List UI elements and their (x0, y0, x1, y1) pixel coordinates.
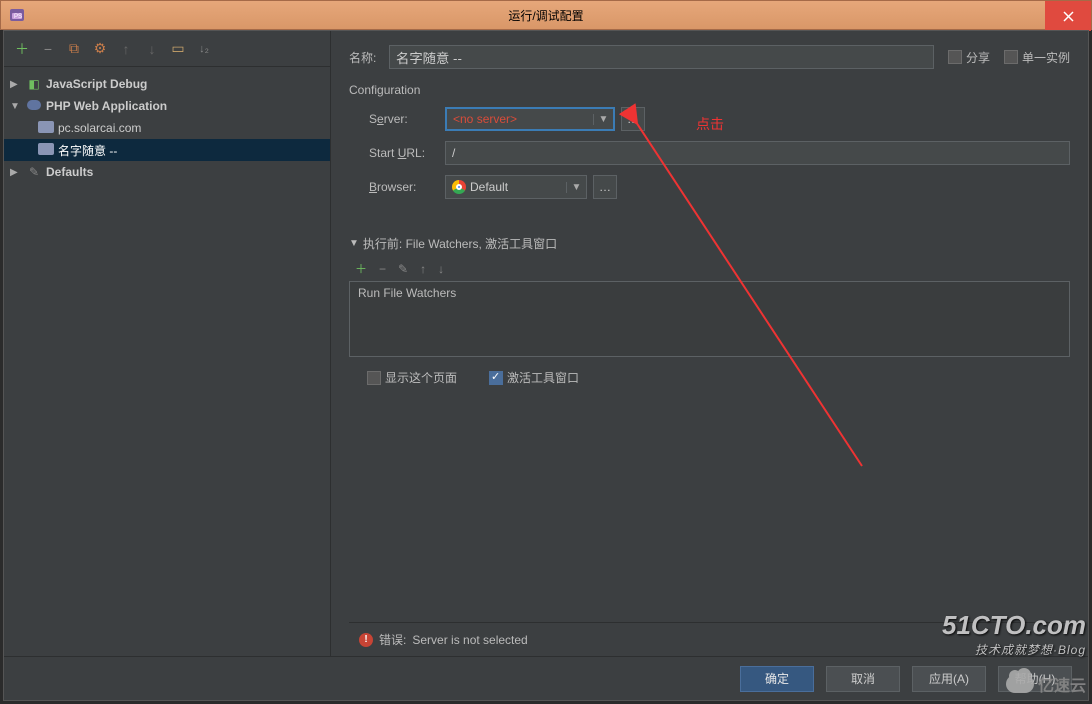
single-instance-checkbox[interactable]: 单一实例 (1004, 49, 1070, 66)
chevron-right-icon: ▶ (10, 79, 22, 90)
dialog-shell: ＋ − ⧉ ⚙ ↑ ↓ ▭ ↓₂ ▶ ◧ JavaScript Debug ▼ … (3, 30, 1089, 701)
folder-icon[interactable]: ▭ (170, 41, 186, 57)
share-checkbox[interactable]: 分享 (948, 49, 990, 66)
browser-select[interactable]: Default ▼ (445, 175, 587, 199)
dialog-footer: 确定 取消 应用(A) 帮助(H) (4, 656, 1088, 700)
app-icon: PS (9, 6, 27, 24)
tree-item-selected[interactable]: 名字随意 -- (4, 139, 330, 161)
add-task-icon[interactable]: ＋ (355, 260, 367, 277)
php-file-icon (38, 121, 54, 136)
browser-label: Browser: (369, 180, 445, 194)
error-label: 错误: (379, 631, 406, 648)
cloud-icon (1006, 675, 1034, 693)
apply-button[interactable]: 应用(A) (912, 666, 986, 692)
config-section-title: Configuration (349, 83, 1070, 97)
start-url-input[interactable] (445, 141, 1070, 165)
config-tree[interactable]: ▶ ◧ JavaScript Debug ▼ PHP Web Applicati… (4, 67, 330, 656)
server-select[interactable]: <no server> ▼ (445, 107, 615, 131)
name-label: 名称: (349, 49, 389, 66)
browser-row: Browser: Default ▼ … (369, 175, 1070, 199)
activate-tool-checkbox[interactable]: 激活工具窗口 (489, 369, 579, 386)
close-button[interactable] (1045, 1, 1091, 31)
chevron-down-icon: ▼ (566, 182, 586, 193)
tree-defaults[interactable]: ▶ ✎ Defaults (4, 161, 330, 183)
cancel-button[interactable]: 取消 (826, 666, 900, 692)
name-input[interactable] (389, 45, 934, 69)
left-toolbar: ＋ − ⧉ ⚙ ↑ ↓ ▭ ↓₂ (4, 31, 330, 67)
php-file-icon (38, 143, 54, 158)
tree-php-web[interactable]: ▼ PHP Web Application (4, 95, 330, 117)
chevron-down-icon: ▼ (10, 101, 22, 112)
js-icon: ◧ (26, 77, 42, 91)
sort-icon[interactable]: ↓₂ (196, 41, 212, 57)
add-config-icon[interactable]: ＋ (14, 41, 30, 57)
server-label: Server: (369, 112, 445, 126)
chevron-right-icon: ▶ (10, 167, 22, 178)
tree-item[interactable]: pc.solarcai.com (4, 117, 330, 139)
move-down-icon[interactable]: ↓ (438, 262, 444, 276)
chevron-down-icon: ▼ (593, 114, 613, 125)
settings-icon[interactable]: ⚙ (92, 41, 108, 57)
before-header[interactable]: ▼ 执行前: File Watchers, 激活工具窗口 (349, 235, 1070, 252)
copy-config-icon[interactable]: ⧉ (66, 41, 82, 57)
error-message: Server is not selected (412, 633, 527, 647)
remove-task-icon[interactable]: − (379, 262, 386, 276)
watermark-yisu: 亿速云 (1006, 672, 1086, 696)
annotation-label: 点击 (696, 114, 724, 134)
chevron-down-icon: ▼ (349, 238, 359, 249)
error-icon: ! (359, 633, 373, 647)
wrench-icon: ✎ (26, 165, 42, 179)
before-launch-section: ▼ 执行前: File Watchers, 激活工具窗口 ＋ − ✎ ↑ ↓ R… (349, 235, 1070, 357)
move-up-icon[interactable]: ↑ (420, 262, 426, 276)
task-item[interactable]: Run File Watchers (358, 286, 1061, 300)
url-row: Start URL: (369, 141, 1070, 165)
remove-config-icon[interactable]: − (40, 41, 56, 57)
chrome-icon (452, 180, 466, 194)
url-label: Start URL: (369, 146, 445, 160)
edit-task-icon[interactable]: ✎ (398, 262, 408, 276)
php-icon (26, 99, 42, 113)
browser-browse-button[interactable]: … (593, 175, 617, 199)
name-row: 名称: 分享 单一实例 (349, 45, 1070, 69)
left-panel: ＋ − ⧉ ⚙ ↑ ↓ ▭ ↓₂ ▶ ◧ JavaScript Debug ▼ … (4, 31, 331, 656)
server-browse-button[interactable]: … (621, 107, 645, 131)
ok-button[interactable]: 确定 (740, 666, 814, 692)
tree-js-debug[interactable]: ▶ ◧ JavaScript Debug (4, 73, 330, 95)
show-page-checkbox[interactable]: 显示这个页面 (367, 369, 457, 386)
svg-text:PS: PS (14, 14, 22, 20)
move-up-icon[interactable]: ↑ (118, 41, 134, 57)
before-toolbar: ＋ − ✎ ↑ ↓ (349, 258, 1070, 279)
move-down-icon[interactable]: ↓ (144, 41, 160, 57)
watermark-51cto: 51CTO.com技术成就梦想·Blog (942, 610, 1086, 658)
task-list[interactable]: Run File Watchers (349, 281, 1070, 357)
title-bar: PS 运行/调试配置 (0, 0, 1092, 30)
window-title: 运行/调试配置 (508, 7, 583, 24)
bottom-checks: 显示这个页面 激活工具窗口 (349, 369, 1070, 386)
